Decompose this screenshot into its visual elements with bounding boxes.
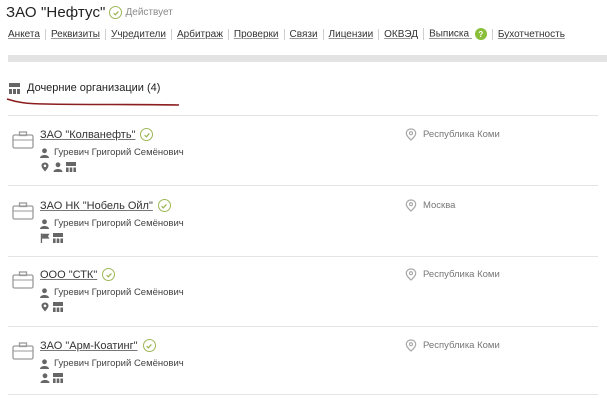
help-icon[interactable]: ? xyxy=(474,28,487,40)
person-name: Гуревич Григорий Семёнович xyxy=(54,147,184,158)
nav-vypiska[interactable]: Выписка xyxy=(429,29,469,40)
org-icons xyxy=(40,162,76,172)
person-row: Гуревич Григорий Семёнович xyxy=(40,358,184,369)
org-name-link[interactable]: ЗАО "Арм-Коатинг" xyxy=(40,340,138,352)
person-icon[interactable] xyxy=(40,373,50,383)
location-pin-icon xyxy=(405,128,417,141)
org-icons xyxy=(40,373,63,383)
org-region: Республика Коми xyxy=(405,339,500,352)
person-icon xyxy=(40,287,49,298)
nav-okved[interactable]: ОКВЭД xyxy=(378,28,423,40)
check-circle-icon xyxy=(109,6,123,19)
person-row: Гуревич Григорий Семёнович xyxy=(40,147,184,158)
org-item: ЗАО НК "Нобель Ойл" Гуревич Григорий Сем… xyxy=(10,199,600,259)
check-circle-icon xyxy=(102,268,116,281)
briefcase-icon xyxy=(12,131,34,149)
region-label: Республика Коми xyxy=(423,129,500,140)
divider xyxy=(8,185,598,186)
org-item: ЗАО "Колванефть" Гуревич Григорий Семёно… xyxy=(10,128,600,188)
org-structure-icon[interactable] xyxy=(53,233,63,243)
nav-buhotchetnost[interactable]: Бухотчетность xyxy=(491,28,570,40)
nav-proverki[interactable]: Проверки xyxy=(227,28,284,40)
person-name: Гуревич Григорий Семёнович xyxy=(54,358,184,369)
region-label: Москва xyxy=(423,200,456,211)
divider xyxy=(8,115,598,116)
org-item: ООО "СТК" Гуревич Григорий Семёнович Рес… xyxy=(10,268,600,328)
nav-vypiska-group: Выписка ? xyxy=(423,28,492,40)
location-icon[interactable] xyxy=(40,302,50,312)
section-heading: Дочерние организации (4) xyxy=(9,82,160,94)
org-structure-icon[interactable] xyxy=(66,162,76,172)
org-region: Республика Коми xyxy=(405,268,500,281)
person-name: Гуревич Григорий Семёнович xyxy=(54,287,184,298)
region-label: Республика Коми xyxy=(423,340,500,351)
org-name-row: ЗАО "Колванефть" xyxy=(40,128,156,141)
nav-rekvizity[interactable]: Реквизиты xyxy=(44,28,105,40)
org-icons xyxy=(40,233,63,243)
check-circle-icon xyxy=(157,199,171,212)
check-circle-icon xyxy=(140,128,154,141)
company-title: ЗАО "Нефтус" xyxy=(6,4,106,21)
org-name-row: ЗАО НК "Нобель Ойл" xyxy=(40,199,174,212)
nav-svyazi[interactable]: Связи xyxy=(283,28,323,40)
nav-uchrediteli[interactable]: Учредители xyxy=(104,28,171,40)
org-item: ЗАО "Арм-Коатинг" Гуревич Григорий Семён… xyxy=(10,339,600,398)
company-header: ЗАО "Нефтус" Действует xyxy=(6,4,173,21)
org-icons xyxy=(40,302,63,312)
org-structure-icon[interactable] xyxy=(53,302,63,312)
section-separator-bar xyxy=(8,55,607,62)
location-pin-icon xyxy=(405,199,417,212)
org-structure-icon xyxy=(9,82,20,94)
region-label: Республика Коми xyxy=(423,269,500,280)
nav-licenzii[interactable]: Лицензии xyxy=(322,28,379,40)
briefcase-icon xyxy=(12,271,34,289)
divider xyxy=(8,326,598,327)
nav-anketa[interactable]: Анкета xyxy=(6,29,45,40)
person-row: Гуревич Григорий Семёнович xyxy=(40,218,184,229)
section-nav: Анкета Реквизиты Учредители Арбитраж Про… xyxy=(6,28,570,40)
divider xyxy=(8,256,598,257)
nav-arbitrazh[interactable]: Арбитраж xyxy=(170,28,228,40)
section-title: Дочерние организации (4) xyxy=(27,82,161,94)
location-icon[interactable] xyxy=(40,162,50,172)
briefcase-icon xyxy=(12,342,34,360)
org-structure-icon[interactable] xyxy=(53,373,63,383)
section-underline xyxy=(6,98,180,106)
status-label: Действует xyxy=(125,7,173,18)
org-name-row: ЗАО "Арм-Коатинг" xyxy=(40,339,159,352)
location-pin-icon xyxy=(405,339,417,352)
location-pin-icon xyxy=(405,268,417,281)
person-row: Гуревич Григорий Семёнович xyxy=(40,287,184,298)
flag-icon[interactable] xyxy=(40,233,50,243)
org-region: Республика Коми xyxy=(405,128,500,141)
person-name: Гуревич Григорий Семёнович xyxy=(54,218,184,229)
check-circle-icon xyxy=(142,339,156,352)
org-name-link[interactable]: ЗАО НК "Нобель Ойл" xyxy=(40,200,153,212)
person-icon xyxy=(40,218,49,229)
person-icon xyxy=(40,147,49,158)
person-icon[interactable] xyxy=(53,162,63,172)
status-badge: Действует xyxy=(109,6,173,19)
org-name-link[interactable]: ЗАО "Колванефть" xyxy=(40,129,135,141)
divider xyxy=(8,394,598,395)
person-icon xyxy=(40,358,49,369)
org-name-row: ООО "СТК" xyxy=(40,268,118,281)
org-region: Москва xyxy=(405,199,455,212)
org-name-link[interactable]: ООО "СТК" xyxy=(40,269,97,281)
briefcase-icon xyxy=(12,202,34,220)
